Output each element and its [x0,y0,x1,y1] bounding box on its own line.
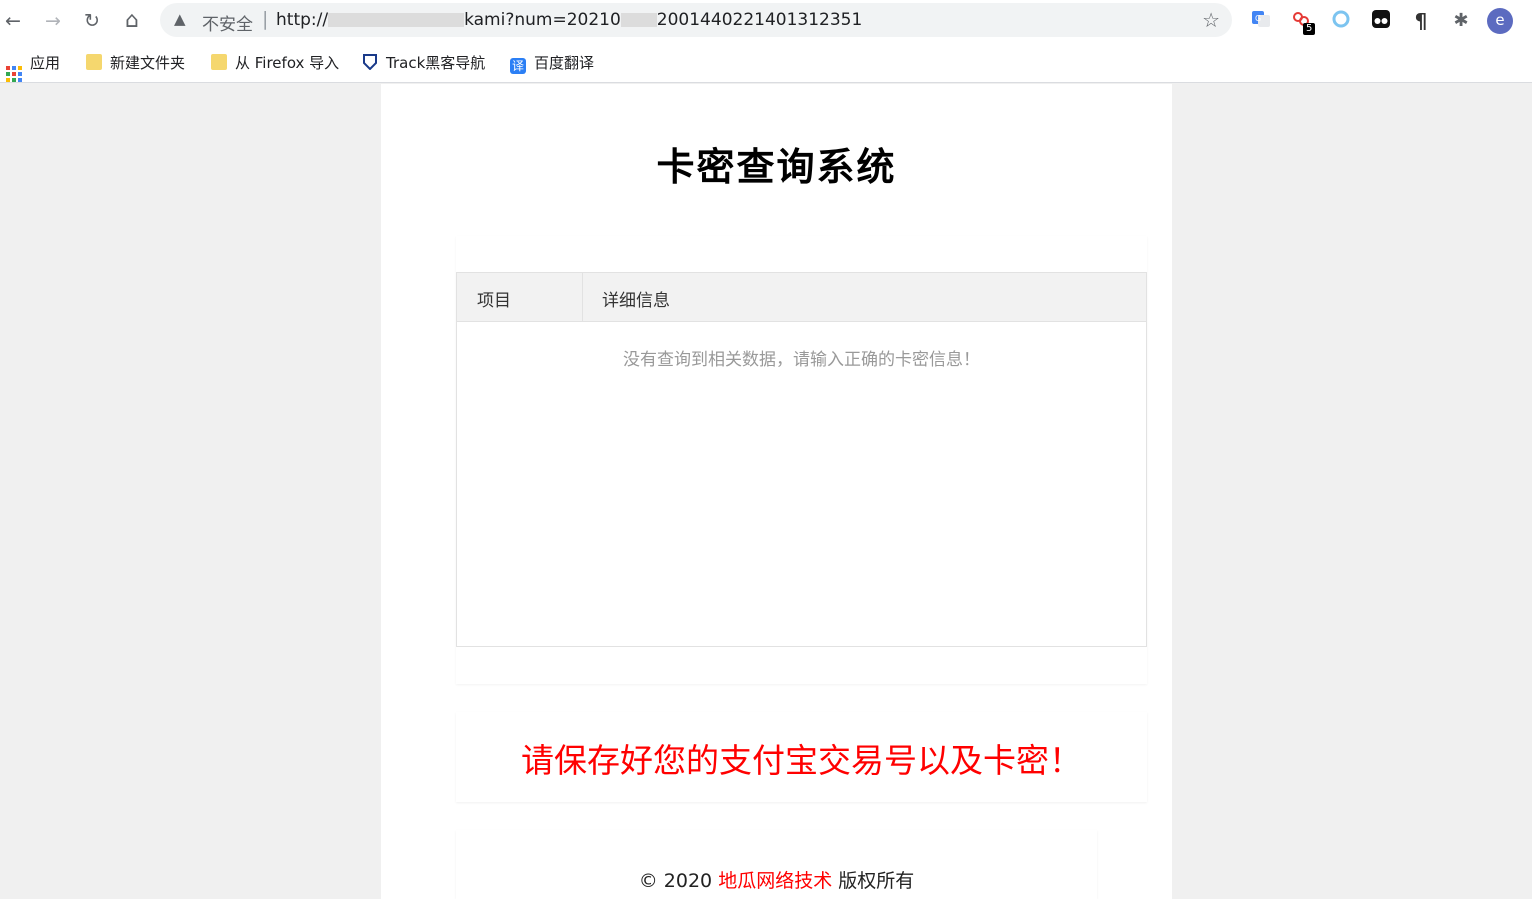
bookmark-star-icon[interactable]: ☆ [1202,8,1220,32]
column-divider [582,273,583,321]
footer-suffix: 版权所有 [832,870,915,892]
bookmark-label: 新建文件夹 [110,54,186,72]
bookmark-track-nav[interactable]: Track黑客导航 [362,52,485,72]
url-separator: | [262,8,269,30]
bookmark-baidu-translate[interactable]: 译百度翻译 [510,52,595,74]
bookmark-label: 从 Firefox 导入 [235,54,340,72]
page-container: 卡密查询系统 项目 详细信息 没有查询到相关数据，请输入正确的卡密信息！ 请保存… [381,84,1172,899]
folder-icon [211,54,227,70]
notice-card: 请保存好您的支付宝交易号以及卡密！ [456,712,1147,802]
url-redacted-segment [620,13,657,27]
url-path: kami?num=20210 [464,10,621,30]
notice-text: 请保存好您的支付宝交易号以及卡密！ [521,741,1082,780]
browser-toolbar: ← → ↻ ⌂ ▲ 不安全 | http:// kami?num=20210 200… [0,0,1532,42]
bookmark-label: 应用 [30,54,61,72]
table-header: 项目 详细信息 [457,273,1146,322]
forward-icon[interactable]: → [41,9,65,33]
result-table: 项目 详细信息 没有查询到相关数据，请输入正确的卡密信息！ [456,272,1147,647]
apps-grid-icon [6,66,22,82]
column-header-item: 项目 [477,291,511,311]
bookmark-firefox-import[interactable]: 从 Firefox 导入 [211,52,339,72]
footer-company-link[interactable]: 地瓜网络技术 [718,870,832,892]
tampermonkey-extension-icon[interactable] [1369,9,1393,33]
reload-icon[interactable]: ↻ [80,9,104,33]
bookmark-label: Track黑客导航 [386,54,486,72]
column-header-details: 详细信息 [602,291,670,311]
warning-icon[interactable]: ▲ [174,10,186,28]
svg-text:G: G [1255,14,1261,23]
url-query-tail: 2001440221401312351 [656,10,863,30]
empty-message: 没有查询到相关数据，请输入正确的卡密信息！ [623,350,980,370]
translate-icon: 译 [510,58,526,74]
ring-extension-icon[interactable] [1329,9,1353,33]
footer-prefix: © 2020 [638,870,719,892]
security-label[interactable]: 不安全 [202,10,253,35]
folder-icon [86,54,102,70]
url-text[interactable]: http:// kami?num=20210 2001440221401312351 [276,10,862,30]
bookmark-label: 百度翻译 [534,54,595,72]
pilcrow-extension-icon[interactable]: ¶ [1409,9,1433,33]
shield-icon [362,54,378,71]
page-title: 卡密查询系统 [656,145,897,189]
extension-badge-count: 5 [1303,23,1316,35]
profile-avatar[interactable]: e [1487,8,1513,34]
bookmark-new-folder[interactable]: 新建文件夹 [86,52,185,72]
links-extension-icon[interactable]: 5 [1289,9,1316,35]
url-prefix: http:// [276,10,329,30]
back-icon[interactable]: ← [1,9,25,33]
url-redacted-host [328,13,465,27]
extensions-puzzle-icon[interactable]: ✱ [1449,9,1473,33]
bookmark-apps[interactable]: 应用 [6,52,61,82]
bookmarks-bar: 应用 新建文件夹 从 Firefox 导入 Track黑客导航 译百度翻译 [0,42,1532,83]
footer-copyright: © 2020 地瓜网络技术 版权所有 [381,866,1172,893]
google-translate-extension-icon[interactable]: G [1249,9,1273,33]
home-icon[interactable]: ⌂ [120,9,144,33]
address-bar[interactable]: ▲ 不安全 | http:// kami?num=20210 20014402214… [160,3,1232,37]
